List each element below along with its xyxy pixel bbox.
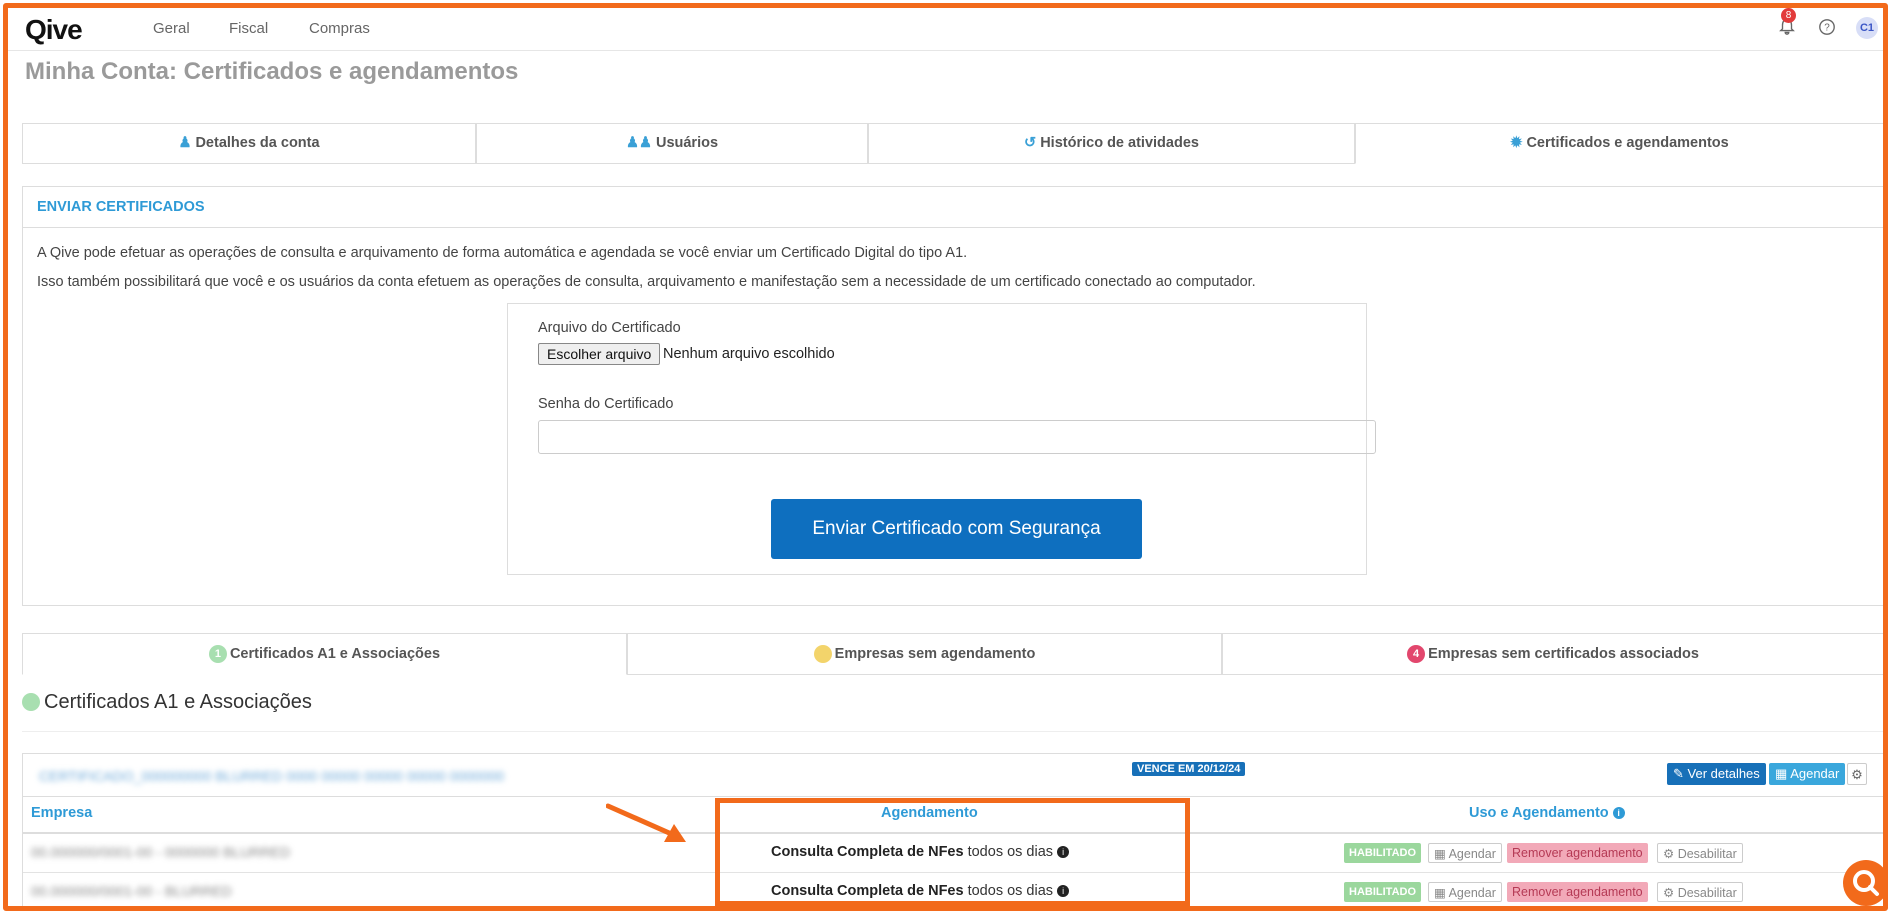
info-icon: i [1612,807,1625,819]
col-uso-label: Uso e Agendamento [1469,805,1609,821]
users-icon: ♟♟ [625,135,652,151]
col-empresa: Empresa [31,805,93,821]
calendar-icon: ▦ [1434,886,1449,900]
agendar-label: Agendar [1448,886,1496,900]
password-label: Senha do Certificado [538,396,674,412]
tab-label: Detalhes da conta [195,135,320,151]
section-dot [22,693,40,711]
gear-icon: ⚙ [1663,886,1678,900]
annotation-arrow-icon [606,803,686,842]
subtab-sem-agendamento[interactable]: Empresas sem agendamento [627,633,1222,675]
disable-button[interactable]: ⚙ Desabilitar [1657,882,1743,902]
expiry-badge: VENCE EM 20/12/24 [1132,762,1246,776]
disable-button[interactable]: ⚙ Desabilitar [1657,843,1743,863]
password-field[interactable] [538,420,1376,454]
nav-geral[interactable]: Geral [153,20,190,37]
tab-label: Histórico de atividades [1040,135,1199,151]
section-title: Certificados A1 e Associações [44,691,312,713]
calendar-icon: ▦ [1775,766,1791,781]
subtab-label: Empresas sem agendamento [834,646,1036,662]
user-icon: ♟ [178,135,192,151]
view-details-label: Ver detalhes [1687,766,1760,781]
empresa-cell: 00.000000/0001-00 - 0000000 BLURRED [31,844,291,860]
top-bar: Qive Geral Fiscal Compras 8 ? C1 [8,8,1883,51]
count-badge: 1 [208,645,227,664]
tab-label: Usuários [655,135,719,151]
file-label: Arquivo do Certificado [538,320,681,336]
status-badge: HABILITADO [1344,882,1422,902]
subtab-certificados[interactable]: 1 Certificados A1 e Associações [22,633,627,675]
notification-badge: 8 [1781,8,1796,23]
gear-icon: ✹ [1510,135,1523,151]
upload-description: A Qive pode efetuar as operações de cons… [37,245,968,261]
count-badge: 4 [1407,645,1426,664]
help-icon[interactable]: ? [1818,18,1836,36]
svg-text:?: ? [1824,23,1830,34]
disable-label: Desabilitar [1677,886,1737,900]
agendar-button[interactable]: ▦ Agendar [1428,843,1502,863]
tab-usuarios[interactable]: ♟♟ Usuários [476,123,868,164]
choose-file-button[interactable]: Escolher arquivo [538,343,661,365]
count-badge [813,645,832,664]
qive-logo[interactable]: Qive [25,14,83,46]
schedule-label: Agendar [1790,766,1840,781]
tab-detalhes-da-conta[interactable]: ♟ Detalhes da conta [22,123,476,164]
view-details-button[interactable]: ✎ Ver detalhes [1667,763,1766,785]
col-uso-agendamento: Uso e Agendamento i [1469,805,1625,821]
agendar-button[interactable]: ▦ Agendar [1428,882,1502,902]
remove-schedule-button[interactable]: Remover agendamento [1507,882,1648,902]
divider [22,731,1883,732]
page-title: Minha Conta: Certificados e agendamentos [25,58,519,85]
remove-schedule-button[interactable]: Remover agendamento [1507,843,1648,863]
gear-icon: ⚙ [1663,847,1678,861]
screen-frame: Qive Geral Fiscal Compras 8 ? C1 Minha C… [3,3,1888,911]
disable-label: Desabilitar [1677,847,1737,861]
certificate-name: CERTIFICADO_000000000 BLURRED 0000 00000… [39,768,505,784]
settings-gear-icon[interactable]: ⚙ [1847,763,1867,785]
subtab-sem-certificados[interactable]: 4 Empresas sem certificados associados [1222,633,1883,675]
upload-panel: ENVIAR CERTIFICADOS A Qive pode efetuar … [22,186,1883,606]
edit-icon: ✎ [1673,766,1688,781]
schedule-button[interactable]: ▦ Agendar [1769,763,1846,785]
chat-launcher-button[interactable] [1843,860,1883,906]
annotation-highlight-box [715,798,1190,906]
tab-label: Certificados e agendamentos [1526,135,1729,151]
status-badge: HABILITADO [1344,843,1422,863]
tab-certificados[interactable]: ✹ Certificados e agendamentos [1355,123,1883,164]
upload-form: Arquivo do Certificado Escolher arquivo … [507,303,1376,575]
upload-description-2: Isso também possibilitará que você e os … [37,274,1256,290]
subtab-label: Certificados A1 e Associações [229,646,441,662]
search-chat-icon [1853,870,1879,896]
nav-compras[interactable]: Compras [309,20,370,37]
agendar-label: Agendar [1448,847,1496,861]
empresa-cell: 00.000000/0001-00 - BLURRED [31,883,232,899]
tab-historico[interactable]: ↺ Histórico de atividades [868,123,1355,164]
subtab-label: Empresas sem certificados associados [1428,646,1699,662]
history-icon: ↺ [1024,135,1037,151]
file-status: Nenhum arquivo escolhido [663,346,835,362]
nav-fiscal[interactable]: Fiscal [229,20,268,37]
calendar-icon: ▦ [1434,847,1449,861]
submit-certificate-button[interactable]: Enviar Certificado com Segurança [771,499,1142,559]
panel-title: ENVIAR CERTIFICADOS [23,187,1883,228]
avatar[interactable]: C1 [1856,17,1878,39]
